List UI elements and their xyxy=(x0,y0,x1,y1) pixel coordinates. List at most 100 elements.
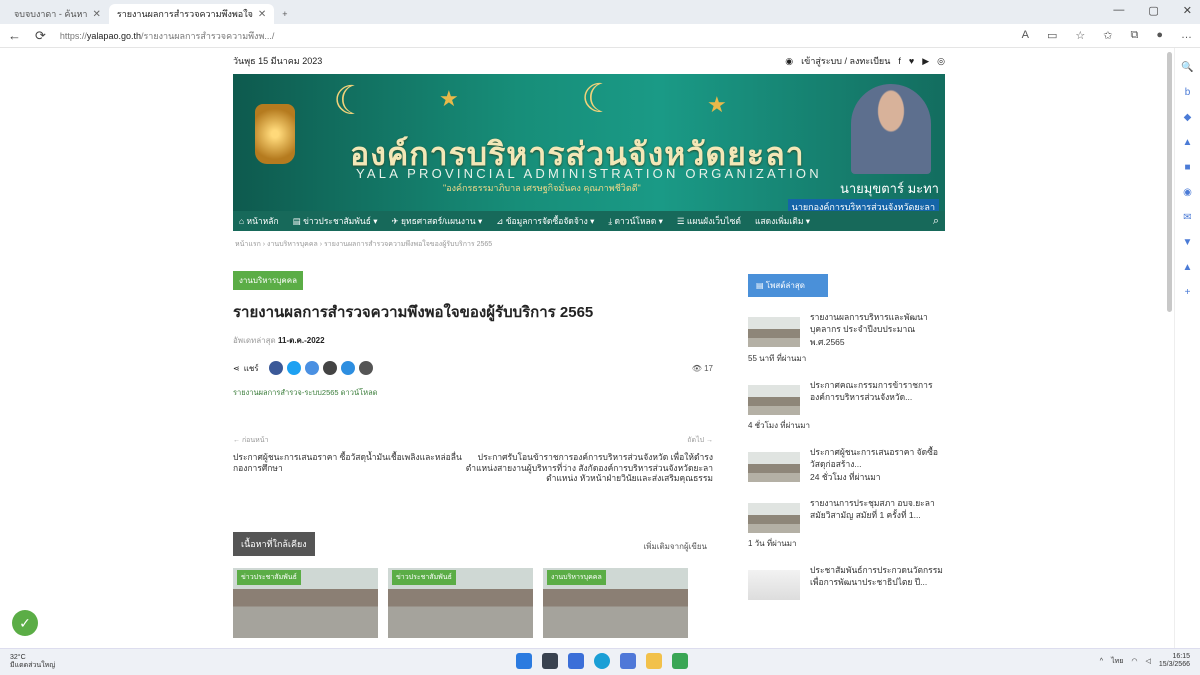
minimize-icon[interactable]: — xyxy=(1113,4,1124,17)
related-tab[interactable]: เนื้อหาที่ใกล้เคียง xyxy=(233,531,315,556)
refresh-icon[interactable]: ⟳ xyxy=(35,28,46,44)
games-icon[interactable]: ■ xyxy=(1175,162,1200,173)
search-icon[interactable]: 🔍 xyxy=(1175,62,1200,73)
related-cards: ข่าวประชาสัมพันธ์ ข่าวประชาสัมพันธ์ งานบ… xyxy=(233,567,713,638)
login-link[interactable]: เข้าสู่ระบบ / ลงทะเบียน xyxy=(801,54,890,68)
related-card[interactable]: งานบริหารบุคคล xyxy=(543,567,688,638)
add-icon[interactable]: + xyxy=(1175,287,1200,298)
scrollbar[interactable] xyxy=(1167,52,1172,312)
category-badge[interactable]: งานบริหารบุคคล xyxy=(233,271,303,290)
article-date: อัพเดทล่าสุด 11-ต.ค.-2022 xyxy=(233,336,325,345)
nav-download[interactable]: ⤓ ดาวน์โหลด ▾ xyxy=(608,214,663,228)
drop-icon[interactable]: ▼ xyxy=(1175,237,1200,248)
tree-icon[interactable]: ▲ xyxy=(1175,262,1200,273)
card-badge[interactable]: ข่าวประชาสัมพันธ์ xyxy=(237,569,301,585)
nav-sitemap[interactable]: ☰ แผนผังเว็บไซต์ xyxy=(677,214,741,228)
nav-procurement[interactable]: ⊿ ข้อมูลการจัดซื้อจัดจ้าง ▾ xyxy=(496,214,594,228)
read-aloud-icon[interactable]: A xyxy=(1022,29,1029,42)
post-title[interactable]: ประกาศคณะกรรมการข้าราชการองค์การบริหารส่… xyxy=(810,379,943,415)
post-thumbnail[interactable] xyxy=(748,502,800,533)
office-icon[interactable]: ◉ xyxy=(1175,187,1200,198)
breadcrumb[interactable]: หน้าแรก › งานบริหารบุคคล › รายงานผลการสำ… xyxy=(235,239,945,250)
next-label[interactable]: ถัดไป → xyxy=(687,435,713,446)
chevron-up-icon[interactable]: ^ xyxy=(1100,658,1103,665)
weather-widget[interactable]: 32°C มีแดดส่วนใหญ่ xyxy=(10,654,55,671)
start-icon[interactable] xyxy=(516,653,532,669)
governor-name: นายมุขตาร์ มะทา xyxy=(839,181,939,196)
clock[interactable]: 16:15 15/3/2566 xyxy=(1159,653,1190,670)
split-icon[interactable]: ▭ xyxy=(1047,29,1057,42)
post-title[interactable]: รายงานการประชุมสภา อบจ.ยะลา สมัยวิสามัญ … xyxy=(810,497,943,533)
instagram-icon[interactable]: ◎ xyxy=(937,56,945,67)
nav-news[interactable]: ▤ ข่าวประชาสัมพันธ์ ▾ xyxy=(293,214,378,228)
close-window-icon[interactable]: ✕ xyxy=(1183,4,1192,17)
post-thumbnail[interactable] xyxy=(748,384,800,415)
prev-post-link[interactable]: ประกาศผู้ชนะการเสนอราคา ซื้อวัสดุน้ำมันเ… xyxy=(233,452,463,484)
nav-strategy[interactable]: ✈ ยุทธศาสตร์/แผนงาน ▾ xyxy=(392,214,483,228)
card-badge[interactable]: งานบริหารบุคคล xyxy=(547,569,606,585)
pinterest-share-icon[interactable] xyxy=(322,361,337,375)
volume-icon[interactable]: ◁ xyxy=(1145,657,1150,665)
nav-home[interactable]: ⌂ หน้าหลัก xyxy=(239,214,279,228)
bing-icon[interactable]: b xyxy=(1175,87,1200,98)
search-icon[interactable]: ⌕ xyxy=(933,215,939,228)
governor-photo xyxy=(851,84,931,174)
favorite-icon[interactable]: ☆ xyxy=(1075,29,1085,42)
outlook-icon[interactable]: ✉ xyxy=(1175,212,1200,223)
youtube-icon[interactable]: ▶ xyxy=(922,56,929,67)
favorites-icon[interactable]: ✩ xyxy=(1103,29,1112,42)
latest-post-item[interactable]: ประกาศคณะกรรมการข้าราชการองค์การบริหารส่… xyxy=(748,379,943,415)
post-thumbnail[interactable] xyxy=(748,451,800,482)
telegram-share-icon[interactable] xyxy=(340,361,355,375)
site-banner[interactable]: ☾ ★ ☾ ★ องค์การบริหารส่วนจังหวัดยะลา YAL… xyxy=(233,74,945,211)
store-icon[interactable] xyxy=(620,653,636,669)
line-icon[interactable] xyxy=(672,653,688,669)
twitter-icon[interactable]: ♥ xyxy=(909,56,914,66)
folder-icon[interactable] xyxy=(646,653,662,669)
lang-indicator[interactable]: ไทย xyxy=(1111,656,1123,667)
latest-post-item[interactable]: รายงานการประชุมสภา อบจ.ยะลา สมัยวิสามัญ … xyxy=(748,497,943,533)
article-tags[interactable]: รายงานผลการสำรวจ-ระบบ2565 ดาวน์โหลด xyxy=(233,387,713,399)
tab-strip: จบจบงาดา - ค้นหา ✕ รายงานผลการสำรวจความพึ… xyxy=(0,0,1200,24)
post-time: 4 ชั่วโมง ที่ผ่านมา xyxy=(748,420,810,430)
post-title[interactable]: ประกาศผู้ชนะการเสนอราคา จัดซื้อวัสดุก่อส… xyxy=(810,446,943,483)
next-post-link[interactable]: ประกาศรับโอนข้าราชการองค์การบริหารส่วนจั… xyxy=(465,452,713,484)
messenger-share-icon[interactable] xyxy=(304,361,319,375)
close-icon[interactable]: ✕ xyxy=(92,9,100,20)
task-view-icon[interactable] xyxy=(568,653,584,669)
facebook-share-icon[interactable] xyxy=(268,361,283,375)
related-card[interactable]: ข่าวประชาสัมพันธ์ xyxy=(233,567,378,638)
latest-post-item[interactable]: ประกาศผู้ชนะการเสนอราคา จัดซื้อวัสดุก่อส… xyxy=(748,446,943,483)
wifi-icon[interactable]: ◠ xyxy=(1131,657,1137,665)
accessibility-button[interactable]: ✓ xyxy=(12,610,38,636)
twitter-share-icon[interactable] xyxy=(286,361,301,375)
related-more-link[interactable]: เพิ่มเติมจากผู้เขียน xyxy=(643,540,707,553)
web-page: วันพุธ 15 มีนาคม 2023 ◉ เข้าสู่ระบบ / ลง… xyxy=(233,48,945,648)
print-share-icon[interactable] xyxy=(358,361,373,375)
post-thumbnail[interactable] xyxy=(748,569,800,600)
edge-icon[interactable] xyxy=(594,653,610,669)
latest-post-item[interactable]: ประชาสัมพันธ์การประกวดนวัตกรรมเพื่อการพั… xyxy=(748,564,943,600)
profile-icon[interactable]: ● xyxy=(1156,29,1163,42)
new-tab-button[interactable]: + xyxy=(274,4,295,24)
post-title[interactable]: ประชาสัมพันธ์การประกวดนวัตกรรมเพื่อการพั… xyxy=(810,564,943,600)
facebook-icon[interactable]: f xyxy=(898,56,901,66)
nav-more[interactable]: แสดงเพิ่มเติม ▾ xyxy=(755,214,810,228)
search-taskbar-icon[interactable] xyxy=(542,653,558,669)
more-icon[interactable]: … xyxy=(1181,29,1192,42)
maximize-icon[interactable]: ▢ xyxy=(1148,4,1158,17)
tab-search[interactable]: จบจบงาดา - ค้นหา ✕ xyxy=(6,4,109,24)
close-icon[interactable]: ✕ xyxy=(258,9,266,20)
url-field[interactable]: https://yalapao.go.th/รายงานผลการสำรวจคว… xyxy=(60,29,620,43)
tools-icon[interactable]: ▲ xyxy=(1175,137,1200,148)
post-title[interactable]: รายงานผลการบริหารและพัฒนาบุคลากร ประจำปี… xyxy=(810,311,943,348)
collections-icon[interactable]: ⧉ xyxy=(1130,29,1138,42)
card-badge[interactable]: ข่าวประชาสัมพันธ์ xyxy=(392,569,456,585)
shopping-icon[interactable]: ◆ xyxy=(1175,112,1200,123)
tab-active[interactable]: รายงานผลการสำรวจความพึงพอใจ ✕ xyxy=(108,4,275,24)
latest-post-item[interactable]: รายงานผลการบริหารและพัฒนาบุคลากร ประจำปี… xyxy=(748,311,943,348)
back-icon[interactable]: ← xyxy=(8,28,21,43)
post-thumbnail[interactable] xyxy=(748,317,800,347)
prev-label[interactable]: ← ก่อนหน้า xyxy=(233,435,269,446)
related-card[interactable]: ข่าวประชาสัมพันธ์ xyxy=(388,567,533,638)
